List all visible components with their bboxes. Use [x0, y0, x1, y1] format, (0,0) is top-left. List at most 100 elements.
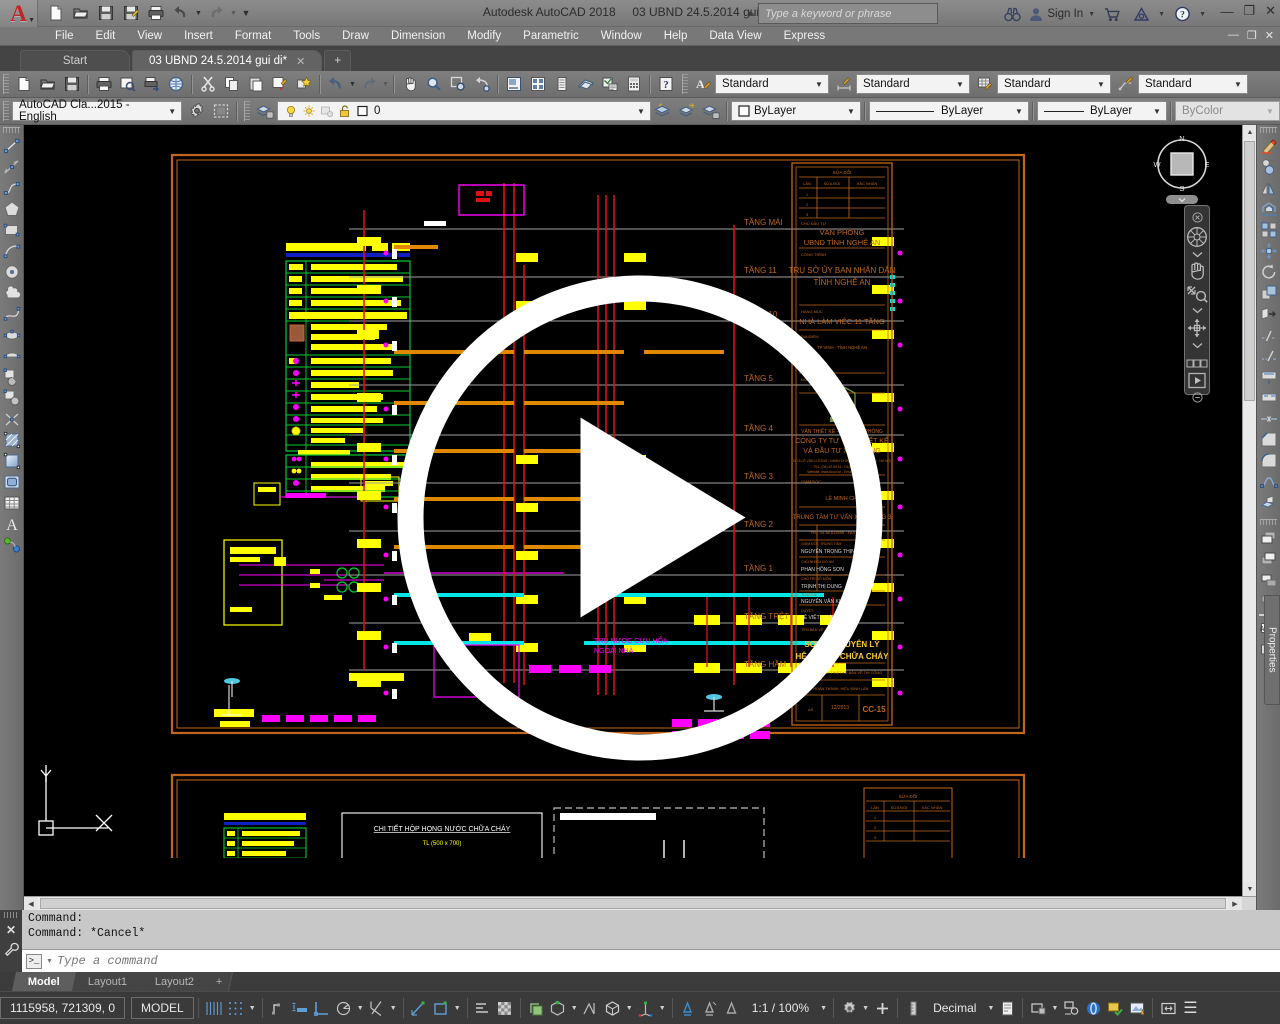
- menu-draw[interactable]: Draw: [331, 27, 380, 46]
- open-button[interactable]: [69, 2, 93, 24]
- workspace-dropdown-icon[interactable]: ▼: [860, 996, 871, 1020]
- coordinates-display[interactable]: 1115958, 721309, 0: [0, 997, 125, 1019]
- selection-cycling-icon[interactable]: [472, 996, 494, 1020]
- rectangle-tool-button[interactable]: [1, 219, 23, 240]
- layer-properties-manager-button[interactable]: [253, 100, 277, 123]
- redo-button[interactable]: [204, 2, 228, 24]
- pan-realtime-button[interactable]: [398, 73, 422, 96]
- doc-maximize-button[interactable]: ❐: [1247, 29, 1257, 42]
- workspace-display-icon[interactable]: [209, 100, 233, 123]
- visual-styles-dropdown-icon[interactable]: ▼: [624, 996, 635, 1020]
- help-button[interactable]: ?: [654, 73, 678, 96]
- ucs-axes-icon[interactable]: [635, 996, 657, 1020]
- orbit-icon[interactable]: [1186, 317, 1208, 339]
- vertical-scroll-thumb[interactable]: [1244, 141, 1255, 401]
- cut-button[interactable]: [196, 73, 220, 96]
- help-dropdown-icon[interactable]: ▼: [1199, 11, 1206, 18]
- table-style-icon[interactable]: [973, 73, 997, 96]
- new-file-tab-button[interactable]: +: [324, 50, 352, 71]
- quick-properties-icon[interactable]: [996, 996, 1018, 1020]
- polar-tracking-icon[interactable]: [333, 996, 355, 1020]
- polygon-tool-button[interactable]: [1, 198, 23, 219]
- lineweight-combo[interactable]: ByLayer ▼: [1037, 101, 1167, 121]
- open-button[interactable]: [36, 73, 60, 96]
- scroll-up-button[interactable]: ▲: [1243, 125, 1256, 139]
- save-button[interactable]: [60, 73, 84, 96]
- workspace-toolbar-grip[interactable]: [3, 101, 9, 121]
- stretch-tool-button[interactable]: [1258, 303, 1280, 324]
- scroll-left-button[interactable]: ◀: [24, 897, 38, 910]
- rotate-tool-button[interactable]: [1258, 261, 1280, 282]
- object-color-combo[interactable]: ByLayer ▼: [731, 101, 861, 121]
- offset-tool-button[interactable]: [1258, 198, 1280, 219]
- plot-preview-button[interactable]: [116, 73, 140, 96]
- revision-cloud-tool-button[interactable]: [1, 282, 23, 303]
- workspace-switching-icon[interactable]: [838, 996, 860, 1020]
- menu-data-view[interactable]: Data View: [698, 27, 772, 46]
- explode-tool-button[interactable]: [1258, 492, 1280, 513]
- new-button[interactable]: [44, 2, 68, 24]
- add-selected-tool-button[interactable]: [1, 534, 23, 555]
- close-icon[interactable]: ✕: [296, 55, 305, 68]
- autoscale-annotation-icon[interactable]: [699, 996, 721, 1020]
- extend-tool-button[interactable]: [1258, 345, 1280, 366]
- scroll-down-button[interactable]: ▼: [1243, 882, 1256, 896]
- new-layout-button[interactable]: +: [206, 972, 234, 991]
- undo-button[interactable]: [324, 73, 348, 96]
- insert-block-tool-button[interactable]: [1, 366, 23, 387]
- units-ruler-icon[interactable]: [902, 996, 924, 1020]
- object-snap-tracking-icon[interactable]: [408, 996, 430, 1020]
- ucs-dropdown-icon[interactable]: ▼: [452, 996, 463, 1020]
- clean-screen-icon[interactable]: [1104, 996, 1126, 1020]
- erase-tool-button[interactable]: [1258, 135, 1280, 156]
- horizontal-scroll-thumb[interactable]: [40, 898, 1226, 909]
- chevron-down-icon[interactable]: [1186, 342, 1208, 349]
- maximize-button[interactable]: ❐: [1243, 3, 1255, 19]
- horizontal-scrollbar[interactable]: ◀ ▶: [24, 896, 1256, 910]
- design-center-button[interactable]: [526, 73, 550, 96]
- show-annotation-objects-icon[interactable]: [525, 996, 547, 1020]
- toolbar-grip[interactable]: [3, 127, 20, 133]
- infer-constraints-icon[interactable]: [267, 996, 289, 1020]
- dynamic-input-icon[interactable]: [289, 996, 311, 1020]
- trim-tool-button[interactable]: [1258, 324, 1280, 345]
- chamfer-tool-button[interactable]: [1258, 429, 1280, 450]
- drawing-recovery-icon[interactable]: [1126, 996, 1148, 1020]
- search-input[interactable]: Type a keyword or phrase: [758, 3, 939, 24]
- 3d-osnap-dropdown-icon[interactable]: ▼: [569, 996, 580, 1020]
- dimension-style-icon[interactable]: [832, 73, 856, 96]
- fillet-tool-button[interactable]: [1258, 450, 1280, 471]
- menu-tools[interactable]: Tools: [282, 27, 331, 46]
- tool-palettes-button[interactable]: [550, 73, 574, 96]
- lock-ui-dropdown-icon[interactable]: ▼: [1049, 996, 1060, 1020]
- circle-tool-button[interactable]: [1, 261, 23, 282]
- layer-make-current-button[interactable]: [675, 100, 699, 123]
- layer-states-button[interactable]: [699, 100, 723, 123]
- snap-mode-icon[interactable]: [225, 996, 247, 1020]
- scroll-right-button[interactable]: ▶: [1228, 897, 1242, 910]
- point-tool-button[interactable]: [1, 408, 23, 429]
- menu-view[interactable]: View: [126, 27, 173, 46]
- video-play-overlay[interactable]: [397, 275, 883, 760]
- bring-above-object-button[interactable]: [1258, 569, 1280, 590]
- command-input-row[interactable]: >_ ▼: [22, 950, 1280, 972]
- scale-tool-button[interactable]: [1258, 282, 1280, 303]
- redo-dropdown[interactable]: ▼: [381, 81, 390, 88]
- close-button[interactable]: ✕: [1265, 3, 1276, 19]
- copy-object-tool-button[interactable]: [1258, 156, 1280, 177]
- blend-curves-tool-button[interactable]: [1258, 471, 1280, 492]
- display-drawing-grid-icon[interactable]: [203, 996, 225, 1020]
- menu-edit[interactable]: Edit: [85, 27, 127, 46]
- mirror-tool-button[interactable]: [1258, 177, 1280, 198]
- plot-button[interactable]: [144, 2, 168, 24]
- pan-hand-icon[interactable]: [1186, 261, 1208, 281]
- table-tool-button[interactable]: [1, 492, 23, 513]
- markup-set-manager-button[interactable]: [598, 73, 622, 96]
- model-space-button[interactable]: MODEL: [131, 997, 194, 1019]
- ellipse-arc-tool-button[interactable]: [1, 345, 23, 366]
- polyline-tool-button[interactable]: [1, 177, 23, 198]
- menu-help[interactable]: Help: [653, 27, 699, 46]
- sheet-set-manager-button[interactable]: [574, 73, 598, 96]
- text-style-combo[interactable]: Standard ▼: [715, 74, 829, 94]
- workspace-settings-gear-icon[interactable]: [185, 100, 209, 123]
